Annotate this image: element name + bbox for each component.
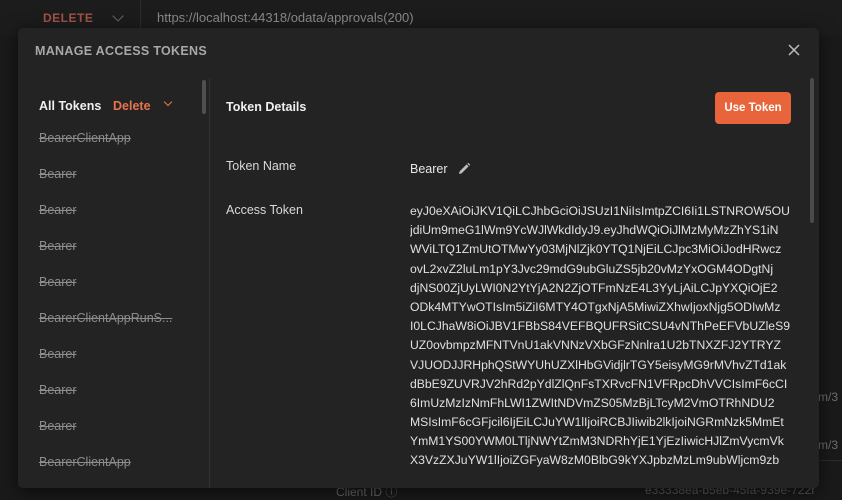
access-token-line: YmM1YS00YWM0LTljNWYtZmM3NDRhYjE1YjEzIiwi…	[410, 434, 784, 449]
access-token-value: eyJ0eXAiOiJKV1QiLCJhbGciOiJSUzI1NiIsImtp…	[410, 202, 790, 471]
sidebar-scrollbar[interactable]	[202, 80, 206, 114]
token-list-item[interactable]: Bearer	[39, 347, 77, 361]
background-text-fragment: m/3	[818, 390, 839, 404]
background-text-fragment: m/3	[818, 438, 839, 452]
token-list-item[interactable]: Bearer	[39, 419, 77, 433]
access-token-line: ODk4MTYwOTIsIm5iZiI6MTY4OTgxNjA5MiwiZXhw…	[410, 299, 781, 314]
access-token-line: UZ0ovbmpzMFNTVnU1akVNNzVXbGFzNnlra1U2bTN…	[410, 338, 781, 353]
close-icon[interactable]	[786, 42, 802, 58]
access-token-label: Access Token	[226, 203, 303, 217]
token-list-item[interactable]: Bearer	[39, 383, 77, 397]
token-list-item[interactable]: Bearer	[39, 203, 77, 217]
token-list-item[interactable]: Bearer	[39, 239, 77, 253]
access-token-line: X3VzZXJuYW1lIjoiZGFyaW8zM0BlbG9kYXJpbzMz…	[410, 453, 780, 468]
token-list-item[interactable]: BearerClientAppRunS...	[39, 311, 172, 325]
chevron-down-icon[interactable]	[163, 97, 173, 107]
token-list-item[interactable]: BearerClientApp	[39, 455, 131, 469]
access-token-line: dBbE9ZUVRJV2hRd2pYdlZlQnFsTXRvcFN1VFRpcD…	[410, 376, 788, 391]
delete-button[interactable]: Delete	[113, 99, 151, 113]
access-token-line: VJUODJJRHphQStWYUhUZXlHbGVidjlrTGY5eisyM…	[410, 357, 787, 372]
token-list-sidebar: All Tokens Delete BearerClientApp Bearer…	[18, 78, 210, 488]
access-token-line: 6ImUzMzIzNmFhLWI1ZWItNDVmZS05MzBjLTcyM2V…	[410, 395, 775, 410]
divider	[818, 460, 842, 461]
access-token-line: djNS00ZjUyLWI0N2YtYjA2N2ZjOTFmNzE4L3YyLj…	[410, 280, 778, 295]
access-token-line: ovL2xvZ2luLm1pY3Jvc29mdG9ubGluZS5jb20vMz…	[410, 261, 774, 276]
manage-access-tokens-dialog: MANAGE ACCESS TOKENS All Tokens Delete B…	[18, 28, 819, 488]
details-scrollbar[interactable]	[810, 78, 814, 223]
token-list-item[interactable]: Bearer	[39, 275, 77, 289]
method-select[interactable]: DELETE	[43, 11, 93, 25]
access-token-line: I0LCJhaW8iOiJBV1FBbS84VEFBQUFRSitCSU4vNT…	[410, 319, 790, 334]
pencil-icon[interactable]	[457, 162, 471, 176]
access-token-line: MSIsImF6cGFjcil6IjEiLCJuYW1lIjoiRCBJIiwi…	[410, 415, 784, 430]
token-name-label: Token Name	[226, 159, 297, 173]
access-token-line: jdiUm9meG1lWm9YcWJlWkdIdyJ9.eyJhdWQiOiJl…	[410, 223, 779, 238]
chevron-down-icon[interactable]	[112, 10, 124, 22]
url-input[interactable]: https://localhost:44318/odata/approvals(…	[157, 10, 414, 25]
token-name-value[interactable]: Bearer	[410, 162, 448, 176]
access-token-line: eyJ0eXAiOiJKV1QiLCJhbGciOiJSUzI1NiIsImtp…	[410, 204, 790, 218]
use-token-button[interactable]: Use Token	[715, 92, 791, 124]
all-tokens-label: All Tokens	[39, 99, 102, 113]
token-details-title: Token Details	[226, 100, 307, 114]
access-token-line: WViLTQ1ZmUtOTMwYy03MjNlZjk0YTQ1NjEiLCJpc…	[410, 242, 782, 257]
dialog-title: MANAGE ACCESS TOKENS	[35, 44, 207, 58]
token-list-item[interactable]: BearerClientApp	[39, 131, 131, 145]
token-list-item[interactable]: Bearer	[39, 167, 77, 181]
